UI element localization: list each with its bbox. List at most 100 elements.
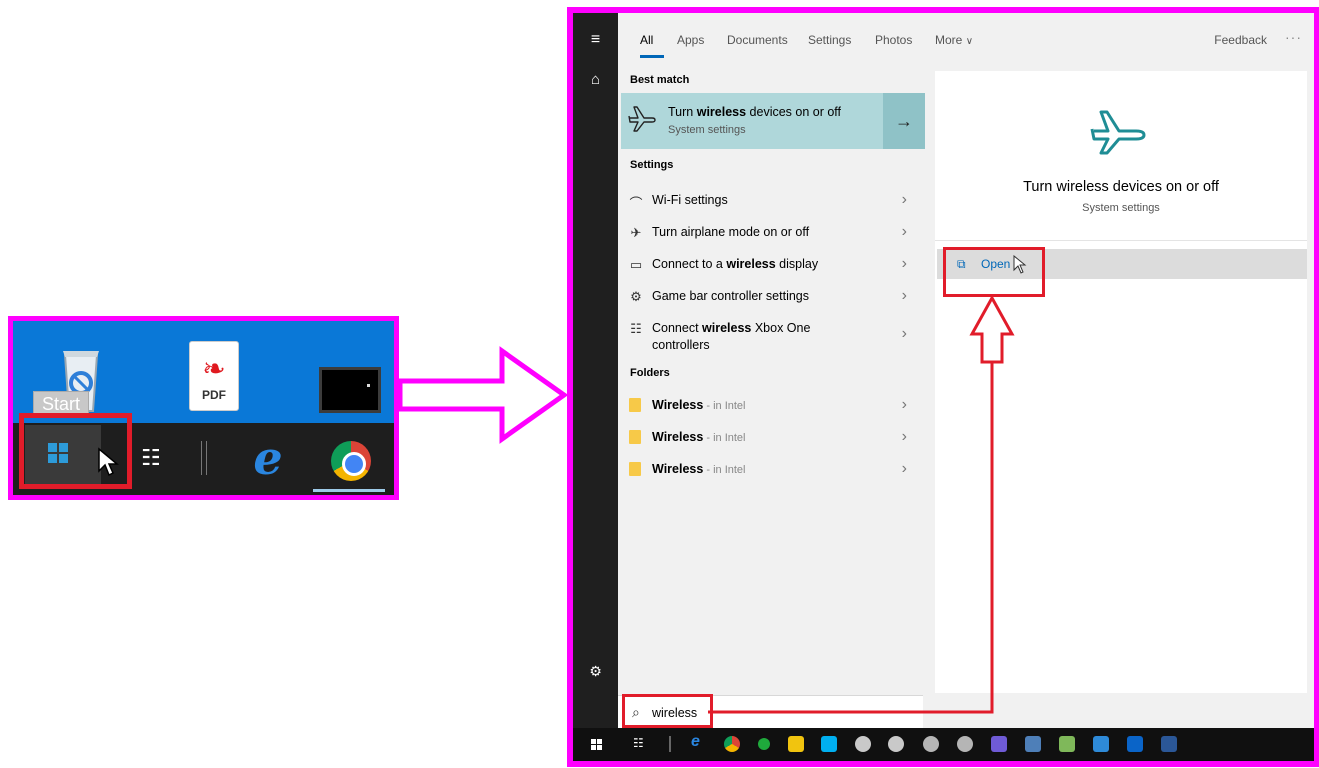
folders-heading: Folders	[630, 367, 670, 379]
preview-title: Turn wireless devices on or off	[1023, 179, 1219, 195]
chevron-right-icon: ›	[901, 255, 907, 272]
folder-item[interactable]: Wireless - in Intel ›	[618, 422, 923, 452]
label-suffix: display	[775, 257, 819, 271]
best-match-title-suffix: devices on or off	[746, 105, 842, 119]
file-explorer-icon[interactable]	[788, 736, 804, 752]
start-button-crop: ❧ PDF Start ☷ e	[8, 316, 399, 500]
folder-item[interactable]: Wireless - in Intel ›	[618, 454, 923, 484]
folder-icon	[629, 462, 641, 476]
folder-location: - in Intel	[703, 400, 746, 412]
airplane-mode-icon: ✈	[630, 225, 642, 240]
paint-icon[interactable]	[923, 736, 939, 752]
label-text: Connect to a	[652, 257, 727, 271]
tab-more-label: More	[935, 33, 963, 47]
search-highlight-box	[622, 694, 713, 728]
settings-item-label: Wi-Fi settings	[652, 192, 882, 209]
preview-card: Turn wireless devices on or off System s…	[935, 71, 1307, 241]
settings-item-xbox-controllers[interactable]: ☷ Connect wireless Xbox One controllers …	[618, 313, 923, 355]
internet-explorer-icon[interactable]: e	[691, 733, 707, 750]
taskbar-divider	[669, 736, 671, 752]
settings-item-label: Connect wireless Xbox One controllers	[652, 320, 852, 354]
settings-gear-icon[interactable]: ⚙	[573, 663, 618, 680]
tab-documents[interactable]: Documents	[727, 33, 788, 47]
best-match-heading: Best match	[630, 74, 690, 86]
chrome-icon[interactable]	[331, 441, 371, 481]
active-tab-indicator	[640, 55, 664, 58]
tab-more[interactable]: More ∨	[935, 33, 973, 47]
word-icon[interactable]	[1161, 736, 1177, 752]
chevron-right-icon: ›	[901, 223, 907, 240]
app-icon[interactable]	[1025, 736, 1041, 752]
chevron-right-icon: ›	[901, 325, 907, 342]
chevron-right-icon: ›	[901, 287, 907, 304]
arrow-right-icon[interactable]: →	[883, 93, 925, 149]
airplane-icon	[628, 106, 656, 132]
windows-start-icon[interactable]	[591, 739, 602, 750]
folder-icon	[629, 398, 641, 412]
hamburger-menu-icon[interactable]: ≡	[573, 31, 618, 49]
feedback-link[interactable]: Feedback	[1214, 33, 1267, 47]
app-icon[interactable]	[1093, 736, 1109, 752]
preview-pane: Turn wireless devices on or off System s…	[935, 71, 1307, 693]
tab-photos[interactable]: Photos	[875, 33, 912, 47]
folder-label: Wireless - in Intel	[652, 429, 882, 447]
outlook-icon[interactable]	[1127, 736, 1143, 752]
folder-label: Wireless - in Intel	[652, 397, 882, 415]
settings-item-label: Connect to a wireless display	[652, 256, 882, 273]
chevron-right-icon: ›	[901, 428, 907, 445]
folder-label: Wireless - in Intel	[652, 461, 882, 479]
settings-item-wireless-display[interactable]: ▭ Connect to a wireless display ›	[618, 249, 923, 279]
open-highlight-box	[943, 247, 1045, 297]
folder-location: - in Intel	[703, 464, 746, 476]
start-highlight-box	[19, 413, 132, 489]
pdf-glyph-icon: ❧	[202, 353, 226, 384]
folder-item[interactable]: Wireless - in Intel ›	[618, 390, 923, 420]
paint-icon[interactable]	[957, 736, 973, 752]
chevron-right-icon: ›	[901, 396, 907, 413]
wifi-icon: ⌒	[629, 196, 643, 211]
taskbar-divider	[201, 441, 207, 475]
settings-item-game-bar[interactable]: ⚙ Game bar controller settings ›	[618, 281, 923, 311]
label-bold: wireless	[702, 321, 752, 335]
best-match-title-prefix: Turn	[668, 105, 697, 119]
display-icon: ▭	[629, 257, 643, 272]
folder-name: Wireless	[652, 430, 704, 444]
tab-apps[interactable]: Apps	[677, 33, 704, 47]
search-window: ≡ ⌂ ⚙ All Apps Documents Settings Photos…	[567, 7, 1319, 767]
settings-item-airplane-mode[interactable]: ✈ Turn airplane mode on or off ›	[618, 217, 923, 247]
label-bold: wireless	[726, 257, 776, 271]
task-view-icon[interactable]: ☷	[141, 445, 161, 471]
label-text: Turn airplane mode on or off	[652, 225, 810, 239]
app-icon[interactable]	[758, 738, 770, 750]
pdf-label: PDF	[202, 388, 226, 402]
chat-icon[interactable]	[888, 736, 904, 752]
settings-heading: Settings	[630, 159, 674, 171]
tab-settings[interactable]: Settings	[808, 33, 851, 47]
best-match-item[interactable]: Turn wireless devices on or off System s…	[621, 93, 925, 149]
folder-icon	[629, 430, 641, 444]
label-text: Connect	[652, 321, 703, 335]
video-file-icon[interactable]	[319, 367, 381, 413]
more-options-icon[interactable]: ···	[1285, 29, 1302, 45]
tab-all[interactable]: All	[640, 33, 653, 47]
chrome-icon[interactable]	[724, 736, 740, 752]
best-match-subtitle: System settings	[668, 124, 746, 136]
airplane-icon	[1090, 110, 1146, 155]
gamebar-icon: ⚙	[630, 289, 642, 304]
pdf-icon[interactable]: ❧ PDF	[189, 341, 239, 411]
image-viewer-icon[interactable]	[1059, 736, 1075, 752]
app-icon[interactable]	[991, 736, 1007, 752]
internet-explorer-icon[interactable]: e	[243, 433, 293, 483]
task-view-icon[interactable]: ☷	[633, 736, 649, 752]
results-list: Best match Turn wireless devices on or o…	[618, 63, 925, 693]
navigation-rail: ≡ ⌂ ⚙	[573, 13, 618, 728]
settings-item-wifi[interactable]: ⌒ Wi-Fi settings ›	[618, 185, 923, 215]
label-text: Wi-Fi settings	[652, 193, 728, 207]
skype-icon[interactable]	[821, 736, 837, 752]
preview-subtitle: System settings	[1082, 202, 1160, 214]
active-app-indicator	[313, 489, 385, 492]
chat-icon[interactable]	[855, 736, 871, 752]
folder-location: - in Intel	[703, 432, 746, 444]
flow-arrow-icon	[398, 346, 569, 444]
home-icon[interactable]: ⌂	[573, 71, 618, 88]
